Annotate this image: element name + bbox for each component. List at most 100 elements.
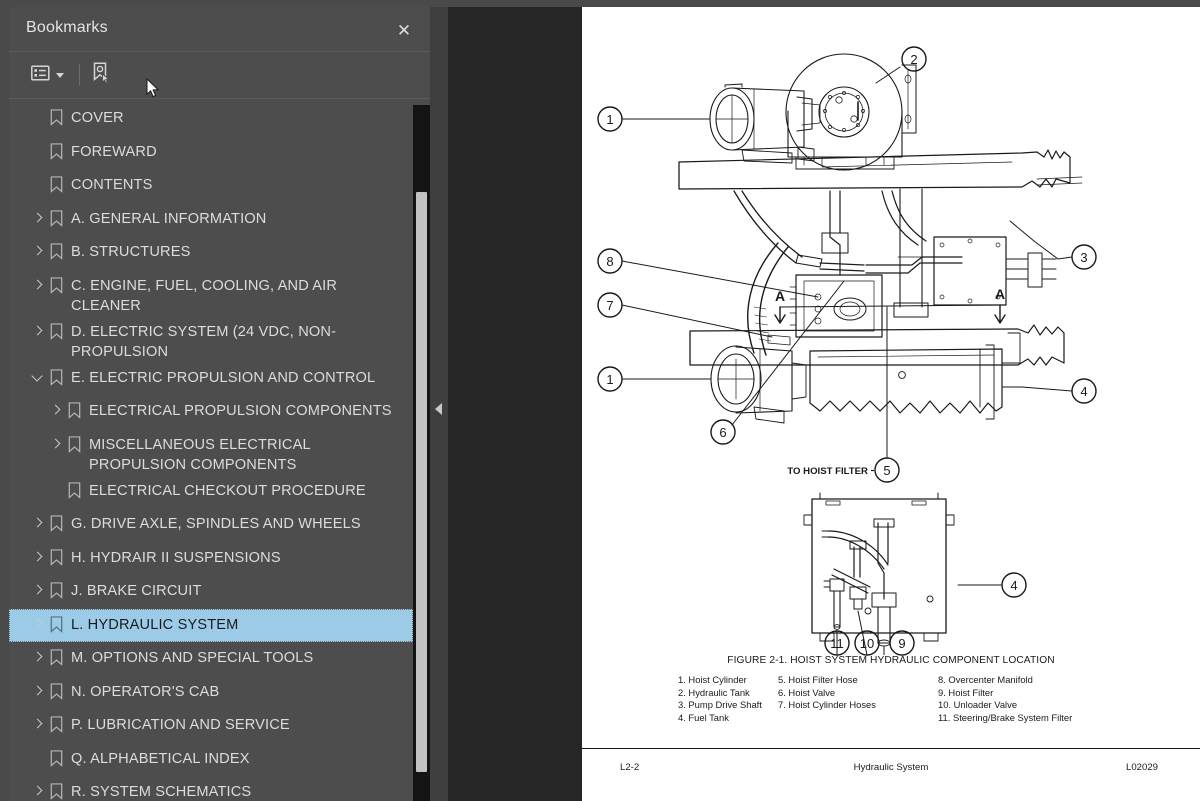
bookmark-label: D. ELECTRIC SYSTEM (24 VDC, NON-PROPULSI… <box>71 323 337 360</box>
bookmark-row[interactable]: CONTENTS <box>9 169 413 203</box>
bookmark-icon <box>50 548 63 566</box>
svg-text:3: 3 <box>1080 250 1087 265</box>
chevron-right-icon[interactable] <box>32 325 45 339</box>
bookmark-row[interactable]: D. ELECTRIC SYSTEM (24 VDC, NON-PROPULSI… <box>9 316 413 362</box>
svg-text:11: 11 <box>830 636 844 651</box>
bookmark-icon <box>50 649 63 666</box>
bookmark-row[interactable]: C. ENGINE, FUEL, COOLING, AND AIR CLEANE… <box>9 270 413 316</box>
bookmarks-scrollbar-thumb[interactable] <box>416 192 427 772</box>
bookmarks-tree: COVER FOREWARD CONTENTS A. GENERAL INFORMAT… <box>9 100 413 801</box>
document-page: 1 2 3 8 7 1 6 4 5 4 A A TO HOIST FILTER … <box>582 7 1200 801</box>
to-hoist-filter-label: TO HOIST FILTER <box>787 466 874 477</box>
panel-title: Bookmarks <box>26 19 108 36</box>
bookmark-icon <box>50 276 63 294</box>
bookmark-row[interactable]: G. DRIVE AXLE, SPINDLES AND WHEELS <box>9 508 413 542</box>
legend-item: 3. Pump Drive Shaft <box>678 699 762 711</box>
legend-item: 6. Hoist Valve <box>778 686 836 698</box>
chevron-right-icon[interactable] <box>32 212 45 226</box>
bookmark-label: ELECTRICAL CHECKOUT PROCEDURE <box>89 482 366 499</box>
bookmark-options-button[interactable] <box>31 60 64 90</box>
chevron-right-icon[interactable] <box>32 618 45 632</box>
chevron-right-icon[interactable] <box>32 584 45 598</box>
chevron-right-icon[interactable] <box>50 404 63 418</box>
bookmark-icon <box>50 582 63 599</box>
legend-item: 5. Hoist Filter Hose <box>778 674 858 685</box>
bookmark-label: MISCELLANEOUS ELECTRICAL PROPULSION COMP… <box>89 436 311 473</box>
figure-caption: FIGURE 2-1. HOIST SYSTEM HYDRAULIC COMPO… <box>727 655 1055 666</box>
bookmark-label: B. STRUCTURES <box>71 244 191 260</box>
svg-text:4: 4 <box>1080 384 1087 399</box>
bookmark-icon <box>50 615 63 633</box>
svg-text:A: A <box>775 288 785 304</box>
bookmark-row[interactable]: J. BRAKE CIRCUIT <box>9 575 413 609</box>
close-icon[interactable]: ✕ <box>392 18 416 42</box>
bookmark-label: FOREWARD <box>71 143 157 160</box>
chevron-right-icon[interactable] <box>32 651 45 665</box>
bookmark-row[interactable]: ELECTRICAL CHECKOUT PROCEDURE <box>9 475 413 509</box>
legend-item: 7. Hoist Cylinder Hoses <box>778 699 876 711</box>
figure-legend: 1. Hoist Cylinder 2. Hydraulic Tank 3. P… <box>678 674 1198 724</box>
chevron-right-icon[interactable] <box>32 551 45 565</box>
legend-item: 4. Fuel Tank <box>678 711 729 723</box>
legend-column-1: 1. Hoist Cylinder 2. Hydraulic Tank 3. P… <box>678 674 778 724</box>
bookmark-row[interactable]: Q. ALPHABETICAL INDEX <box>9 743 413 777</box>
svg-text:A: A <box>995 286 1005 302</box>
bookmark-icon <box>68 402 81 419</box>
list-options-icon <box>31 64 51 86</box>
chevron-right-icon[interactable] <box>32 279 45 293</box>
hoist-system-line-drawing: 1 2 3 8 7 1 6 4 5 4 A A TO HOIST FILTER <box>597 46 1097 655</box>
bookmark-label: CONTENTS <box>71 177 153 193</box>
chevron-down-icon[interactable] <box>32 371 45 385</box>
svg-text:7: 7 <box>606 298 613 313</box>
bookmark-label: M. OPTIONS AND SPECIAL TOOLS <box>71 650 314 666</box>
document-code: L02029 <box>1125 762 1158 773</box>
bookmarks-tree-scroll-area[interactable]: COVER FOREWARD CONTENTS A. GENERAL INFORMAT… <box>9 100 430 801</box>
pdf-reader-window: Bookmarks ✕ COVER FOREWARD CONTENTS A. G… <box>0 0 1200 801</box>
toolbar-separator <box>79 64 80 86</box>
bookmark-row[interactable]: H. HYDRAIR II SUSPENSIONS <box>9 542 413 576</box>
footer-title: Hydraulic System <box>853 762 929 773</box>
bookmark-row[interactable]: MISCELLANEOUS ELECTRICAL PROPULSION COMP… <box>9 429 413 475</box>
new-bookmark-icon <box>91 61 113 90</box>
legend-item: 8. Overcenter Manifold <box>938 674 1033 685</box>
bookmark-label: R. SYSTEM SCHEMATICS <box>71 784 252 800</box>
bookmark-icon <box>50 209 63 227</box>
chevron-right-icon[interactable] <box>32 685 45 699</box>
bookmark-row[interactable]: A. GENERAL INFORMATION <box>9 203 413 237</box>
bookmark-row[interactable]: L. HYDRAULIC SYSTEM <box>9 608 413 642</box>
bookmarks-toolbar <box>9 52 430 99</box>
bookmark-icon <box>68 481 81 499</box>
bookmark-row[interactable]: P. LUBRICATION AND SERVICE <box>9 709 413 743</box>
bookmark-icon <box>50 142 63 160</box>
chevron-right-icon[interactable] <box>32 718 45 732</box>
bookmark-row[interactable]: FOREWARD <box>9 136 413 170</box>
svg-text:2: 2 <box>910 52 917 67</box>
document-viewer[interactable]: 1 2 3 8 7 1 6 4 5 4 A A TO HOIST FILTER … <box>448 7 1200 801</box>
svg-text:TO HOIST FILTER: TO HOIST FILTER <box>787 466 868 477</box>
new-bookmark-button[interactable] <box>91 60 113 90</box>
chevron-down-icon <box>56 72 64 78</box>
bookmark-row[interactable]: E. ELECTRIC PROPULSION AND CONTROL <box>9 362 413 396</box>
chevron-right-icon[interactable] <box>32 517 45 531</box>
bookmark-row[interactable]: ELECTRICAL PROPULSION COMPONENTS <box>9 395 413 429</box>
chevron-right-icon[interactable] <box>32 785 45 799</box>
svg-text:8: 8 <box>606 254 613 269</box>
bookmark-row[interactable]: B. STRUCTURES <box>9 236 413 270</box>
svg-text:10: 10 <box>860 636 874 651</box>
bookmark-label: COVER <box>71 110 124 126</box>
bookmark-label: J. BRAKE CIRCUIT <box>71 583 202 599</box>
chevron-left-icon <box>435 403 442 415</box>
bookmark-label: N. OPERATOR'S CAB <box>71 683 220 700</box>
bookmark-icon <box>50 368 63 386</box>
bookmark-row[interactable]: R. SYSTEM SCHEMATICS <box>9 776 413 801</box>
legend-item: 1. Hoist Cylinder <box>678 674 747 685</box>
bookmark-row[interactable]: M. OPTIONS AND SPECIAL TOOLS <box>9 642 413 676</box>
bookmark-row[interactable]: N. OPERATOR'S CAB <box>9 676 413 710</box>
bookmark-label: L. HYDRAULIC SYSTEM <box>71 616 239 633</box>
bookmarks-panel-header: Bookmarks ✕ <box>9 7 430 52</box>
bookmark-row[interactable]: COVER <box>9 102 413 136</box>
bookmark-icon <box>50 176 63 193</box>
chevron-right-icon[interactable] <box>50 438 63 452</box>
chevron-right-icon[interactable] <box>32 245 45 259</box>
panel-collapse-handle[interactable] <box>430 7 448 801</box>
